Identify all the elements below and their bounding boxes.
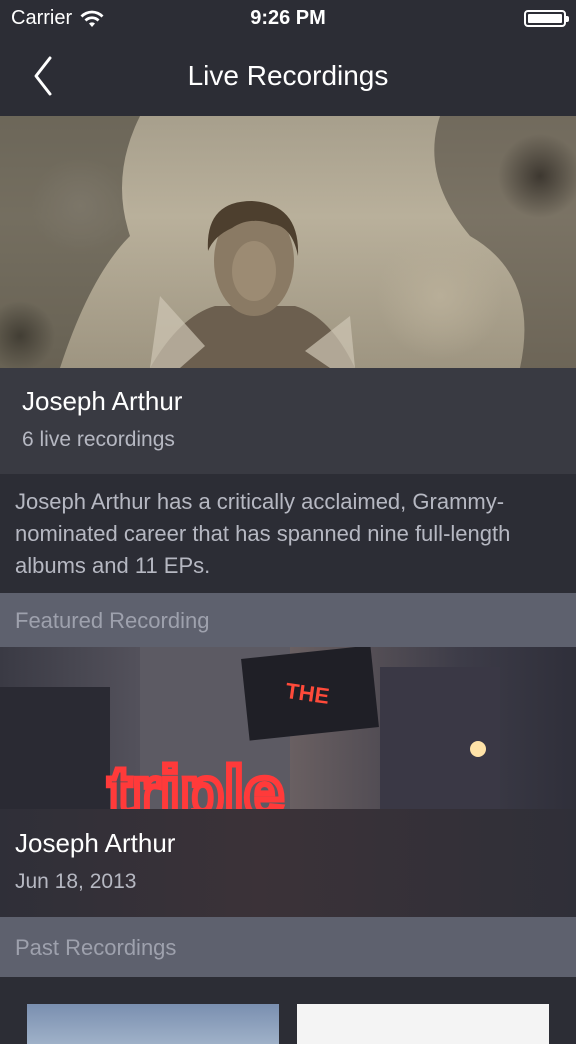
featured-header-label: Featured Recording [15, 608, 210, 633]
status-bar: Carrier 9:26 PM [0, 0, 576, 40]
past-header-label: Past Recordings [15, 935, 177, 960]
artist-bio: Joseph Arthur has a critically acclaimed… [15, 489, 511, 578]
featured-section-header: Featured Recording [0, 593, 576, 647]
past-recordings-list [0, 977, 576, 1044]
artist-name: Joseph Arthur [22, 386, 183, 416]
artist-info-panel [0, 368, 576, 474]
featured-recording-image[interactable]: THE triple [0, 647, 576, 809]
featured-date: Jun 18, 2013 [15, 870, 137, 893]
past-recording-thumbnail[interactable] [27, 1004, 279, 1044]
past-section-header: Past Recordings [0, 917, 576, 977]
page-title: Live Recordings [187, 60, 389, 91]
artist-portrait [0, 116, 576, 368]
battery-icon [524, 10, 569, 27]
artist-photo [0, 116, 576, 368]
venue-sign-neon: triple [108, 753, 284, 809]
venue-photo: THE triple [0, 647, 500, 809]
featured-title[interactable]: Joseph Arthur [15, 828, 175, 859]
navigation-bar: Live Recordings [0, 40, 576, 116]
recording-count: 6 live recordings [22, 428, 175, 451]
status-time: 9:26 PM [250, 7, 326, 29]
featured-info-panel [0, 809, 576, 917]
past-recording-thumbnail[interactable] [297, 1004, 549, 1044]
